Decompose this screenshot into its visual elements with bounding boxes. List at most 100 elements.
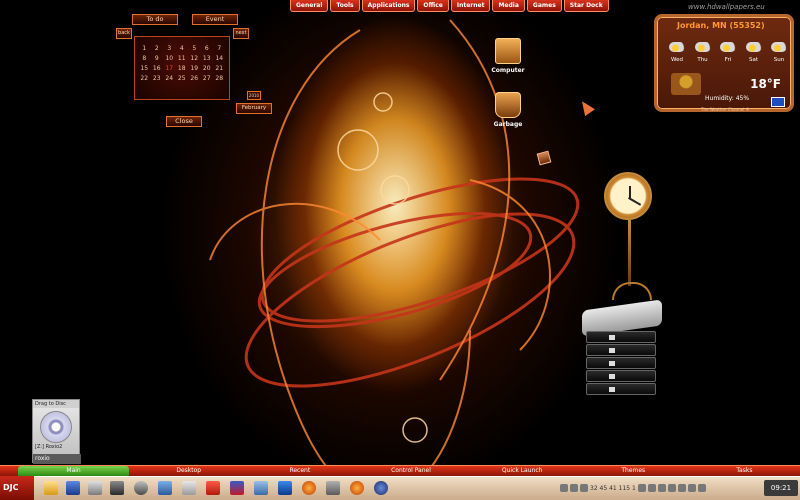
- forecast-day: Wed: [671, 57, 683, 63]
- calendar-day[interactable]: 26: [188, 75, 201, 82]
- calendar-day[interactable]: 5: [188, 45, 201, 52]
- separator-icon: [326, 481, 340, 495]
- calendar-day[interactable]: 21: [213, 65, 226, 72]
- calendar-day[interactable]: 19: [188, 65, 201, 72]
- tray-icon[interactable]: [677, 484, 686, 492]
- tray-icon[interactable]: [580, 484, 588, 492]
- tray-icon[interactable]: [657, 484, 666, 492]
- start-button[interactable]: DJC: [0, 476, 34, 500]
- calendar-day[interactable]: 4: [176, 45, 189, 52]
- calendar-day[interactable]: 11: [176, 55, 189, 62]
- computer-icon: [495, 38, 521, 64]
- compass-icon[interactable]: [374, 481, 388, 495]
- current-weather-sun-icon: [671, 73, 701, 95]
- calendar-day[interactable]: 20: [201, 65, 214, 72]
- menu-star-dock[interactable]: Star Dock: [563, 0, 609, 12]
- menu-tools[interactable]: Tools: [330, 0, 360, 12]
- book-icon[interactable]: [230, 481, 244, 495]
- calendar-day[interactable]: 10: [163, 55, 176, 62]
- tray-icon[interactable]: [637, 484, 646, 492]
- calendar-day[interactable]: 23: [151, 75, 164, 82]
- todo-button[interactable]: To do: [132, 14, 178, 25]
- roxio-brand: roxio: [33, 454, 81, 464]
- calendar-day[interactable]: 14: [213, 55, 226, 62]
- menu-general[interactable]: General: [290, 0, 329, 12]
- calendar-day[interactable]: 3: [163, 45, 176, 52]
- calendar-day[interactable]: 27: [201, 75, 214, 82]
- close-button[interactable]: Close: [166, 116, 202, 127]
- calendar-day[interactable]: 18: [176, 65, 189, 72]
- tray-icon[interactable]: [560, 484, 568, 492]
- drive-slot: [586, 383, 656, 395]
- camera-icon[interactable]: [134, 481, 148, 495]
- back-button[interactable]: back: [116, 28, 132, 39]
- calendar-day[interactable]: 24: [163, 75, 176, 82]
- tray-icon[interactable]: [687, 484, 696, 492]
- firefox-icon[interactable]: [350, 481, 364, 495]
- calendar-day[interactable]: 9: [151, 55, 164, 62]
- calendar-day[interactable]: 7: [213, 45, 226, 52]
- messenger-icon[interactable]: [278, 481, 292, 495]
- menu-office[interactable]: Office: [417, 0, 449, 12]
- calendar-day[interactable]: 22: [138, 75, 151, 82]
- drag-to-disc-title: Drag to Disc: [33, 400, 79, 408]
- system-tray: 32 45 41 115 1: [560, 480, 760, 496]
- tab-quick-launch[interactable]: Quick Launch: [467, 466, 578, 476]
- tab-recent[interactable]: Recent: [244, 466, 355, 476]
- calendar-day[interactable]: 28: [213, 75, 226, 82]
- tab-control-panel[interactable]: Control Panel: [355, 466, 466, 476]
- menu-applications[interactable]: Applications: [361, 0, 416, 12]
- menu-games[interactable]: Games: [526, 0, 562, 12]
- tools-icon[interactable]: [254, 481, 268, 495]
- drive-slot: [586, 370, 656, 382]
- tab-desktop[interactable]: Desktop: [133, 466, 244, 476]
- network-icon[interactable]: [158, 481, 172, 495]
- folder-icon[interactable]: [44, 481, 58, 495]
- calendar-day[interactable]: 25: [176, 75, 189, 82]
- tab-themes[interactable]: Themes: [578, 466, 689, 476]
- drive-slot: [586, 357, 656, 369]
- tab-tasks[interactable]: Tasks: [689, 466, 800, 476]
- volume-icon[interactable]: [697, 484, 706, 492]
- drive-tower-icon[interactable]: [582, 299, 662, 403]
- drag-to-disc-widget[interactable]: Drag to Disc [Z:] Roxio2 roxio: [32, 399, 81, 464]
- tray-icon[interactable]: [647, 484, 656, 492]
- firefox-icon[interactable]: [302, 481, 316, 495]
- tray-icon[interactable]: [667, 484, 676, 492]
- computer-icon[interactable]: [88, 481, 102, 495]
- tray-icon[interactable]: [570, 484, 578, 492]
- watermark: www.hdwallpapers.eu: [688, 3, 765, 11]
- calendar-day[interactable]: 1: [138, 45, 151, 52]
- partly-cloudy-icon: [745, 42, 762, 52]
- trash-icon: [495, 92, 521, 118]
- menu-media[interactable]: Media: [492, 0, 525, 12]
- next-button[interactable]: next: [233, 28, 249, 39]
- computer-label: Computer: [491, 67, 525, 74]
- calendar-day[interactable]: 16: [151, 65, 164, 72]
- weather-channel-logo-icon: [771, 97, 785, 107]
- calendar-day[interactable]: 8: [138, 55, 151, 62]
- computer-desktop-icon[interactable]: Computer: [488, 38, 528, 74]
- tab-main[interactable]: Main: [18, 466, 130, 476]
- weather-location: Jordan, MN (55352): [677, 21, 765, 30]
- desktop-icon[interactable]: [66, 481, 80, 495]
- garbage-label: Garbage: [493, 121, 523, 128]
- garbage-desktop-icon[interactable]: Garbage: [488, 92, 528, 128]
- calendar-day[interactable]: 13: [201, 55, 214, 62]
- document-icon[interactable]: [182, 481, 196, 495]
- menu-internet[interactable]: Internet: [450, 0, 491, 12]
- calendar-day[interactable]: 15: [138, 65, 151, 72]
- monitor-icon[interactable]: [110, 481, 124, 495]
- calendar-day[interactable]: 12: [188, 55, 201, 62]
- weather-forecast-icons: [669, 42, 787, 52]
- calendar-day[interactable]: 6: [201, 45, 214, 52]
- taskbar-tabs: Main Desktop Recent Control Panel Quick …: [0, 465, 800, 476]
- weather-widget: Jordan, MN (55352) Wed Thu Fri Sat Sun 1…: [654, 14, 794, 112]
- event-button[interactable]: Event: [192, 14, 238, 25]
- calendar-day[interactable]: 2: [151, 45, 164, 52]
- app-s-icon[interactable]: [206, 481, 220, 495]
- taskbar-clock[interactable]: 09:21: [764, 480, 798, 496]
- month-selector[interactable]: February: [236, 103, 272, 114]
- year-selector[interactable]: 2010: [247, 91, 261, 100]
- calendar-day-today[interactable]: 17: [163, 65, 176, 72]
